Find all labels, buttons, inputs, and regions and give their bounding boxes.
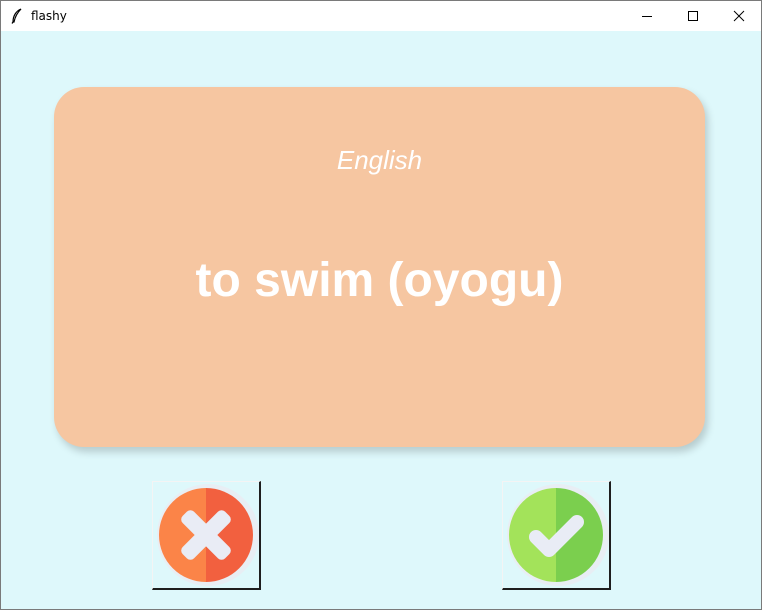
minimize-icon: [642, 16, 652, 17]
card-language: English: [336, 145, 423, 175]
window-title: flashy: [31, 9, 67, 23]
feather-icon: [10, 8, 24, 24]
app-canvas: English to swim (oyogu): [1, 31, 761, 609]
title-bar[interactable]: flashy: [1, 1, 761, 31]
maximize-button[interactable]: [670, 1, 716, 31]
wrong-button[interactable]: [152, 481, 261, 590]
flash-card: English to swim (oyogu): [54, 87, 705, 447]
minimize-button[interactable]: [624, 1, 670, 31]
right-button[interactable]: [502, 481, 611, 590]
app-window: flashy English to swim (oyogu): [0, 0, 762, 610]
card-word: to swim (oyogu): [195, 254, 564, 307]
checkmark-icon: [507, 484, 609, 586]
close-button[interactable]: [716, 1, 761, 31]
cross-icon: [157, 484, 259, 586]
close-icon: [733, 10, 745, 22]
maximize-icon: [688, 11, 698, 21]
